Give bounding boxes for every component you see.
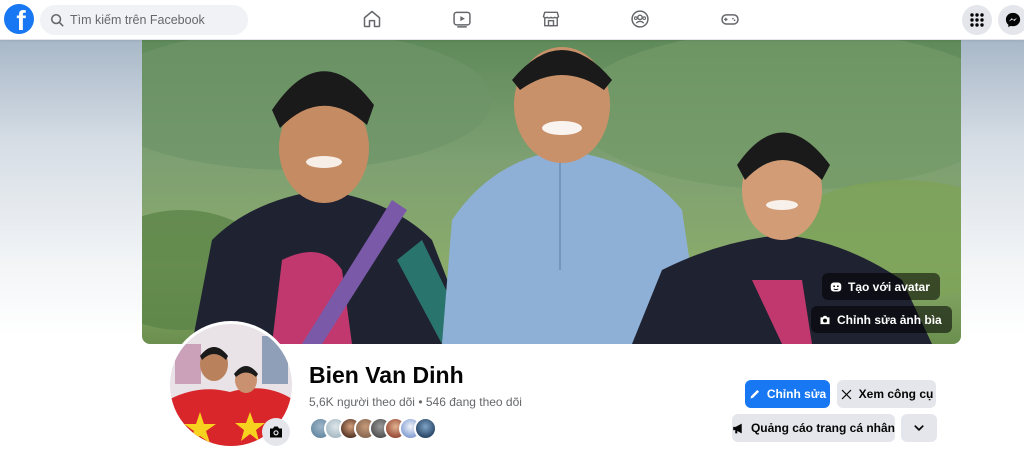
camera-icon [820,315,830,324]
pencil-icon [750,389,759,399]
camera-icon [270,426,282,438]
search-box[interactable] [40,5,248,35]
edit-cover-photo-button[interactable]: Chỉnh sửa ảnh bìa [811,306,952,333]
home-icon[interactable] [361,8,383,30]
avatar-icon [830,282,842,291]
cover-photo[interactable]: Tạo với avatar Chỉnh sửa ảnh bìa [142,40,961,344]
groups-icon[interactable] [629,8,651,30]
profile-ads-label: Quảng cáo trang cá nhân [750,421,895,435]
tools-icon [841,389,852,399]
following-count-link[interactable]: 546 đang theo dõi [426,395,522,409]
follow-stats: 5,6K người theo dõi • 546 đang theo dõi [309,395,522,409]
create-with-avatar-button[interactable]: Tạo với avatar [822,273,940,300]
follow-stats-separator: • [414,395,426,409]
friend-avatar[interactable] [414,417,437,440]
video-icon[interactable] [451,8,473,30]
search-input[interactable] [70,13,240,27]
gaming-icon[interactable] [719,8,741,30]
view-tools-button[interactable]: Xem công cụ [837,380,936,408]
edit-cover-photo-label: Chỉnh sửa ảnh bìa [837,312,942,327]
megaphone-icon [733,423,742,433]
top-navigation-bar: f [0,0,1024,40]
edit-profile-button[interactable]: Chỉnh sửa [745,380,830,408]
facebook-logo-letter: f [16,5,26,35]
facebook-logo-icon[interactable]: f [4,4,34,34]
followers-count-link[interactable]: 5,6K người theo dõi [309,395,415,409]
profile-ads-button[interactable]: Quảng cáo trang cá nhân [732,414,895,442]
menu-grid-icon[interactable] [962,5,992,35]
marketplace-icon[interactable] [540,8,562,30]
view-tools-label: Xem công cụ [858,387,934,401]
update-profile-picture-button[interactable] [262,418,290,446]
search-icon [50,13,64,27]
chevron-down-icon [914,425,924,431]
profile-name: Bien Van Dinh [309,362,464,388]
friend-avatar-stack[interactable] [309,417,437,441]
edit-profile-label: Chỉnh sửa [766,387,827,401]
more-options-button[interactable] [901,414,937,442]
create-with-avatar-label: Tạo với avatar [848,279,930,294]
messenger-icon[interactable] [998,5,1024,35]
